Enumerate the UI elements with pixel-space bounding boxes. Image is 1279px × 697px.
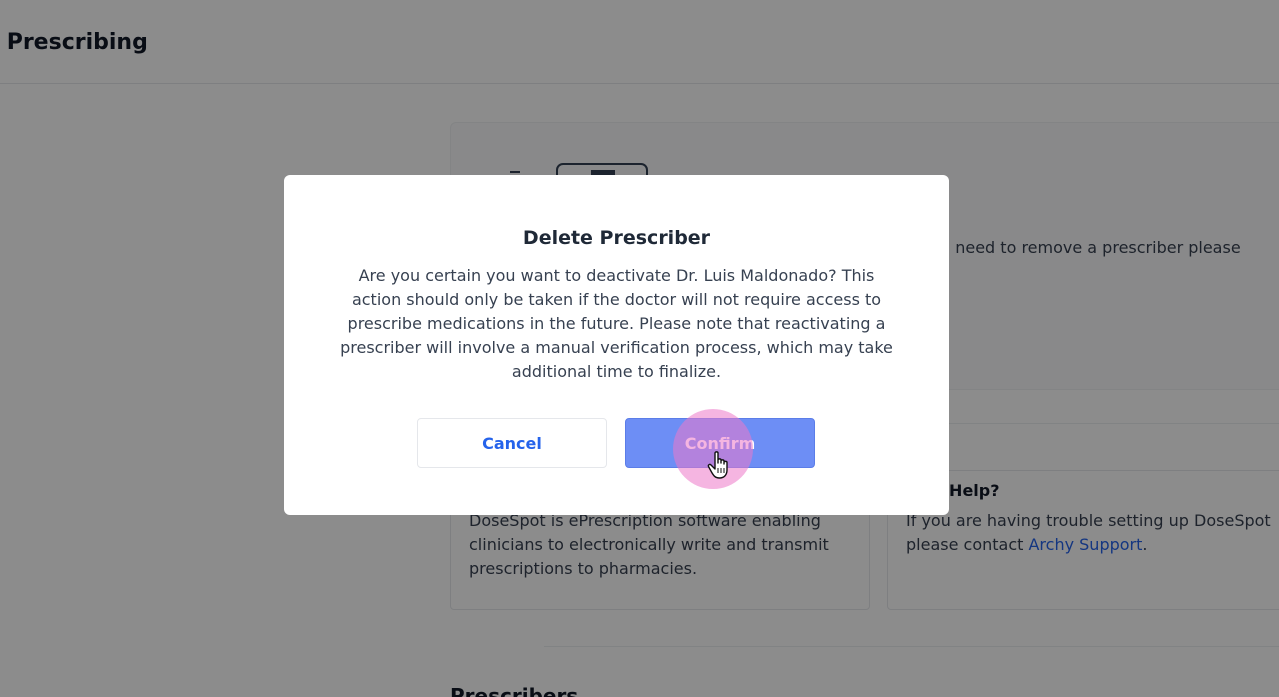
cancel-button[interactable]: Cancel xyxy=(417,418,607,468)
delete-prescriber-dialog: Delete Prescriber Are you certain you wa… xyxy=(284,175,949,515)
confirm-button[interactable]: Confirm xyxy=(625,418,815,468)
dialog-message: Are you certain you want to deactivate D… xyxy=(340,266,893,381)
dialog-title: Delete Prescriber xyxy=(522,227,711,249)
